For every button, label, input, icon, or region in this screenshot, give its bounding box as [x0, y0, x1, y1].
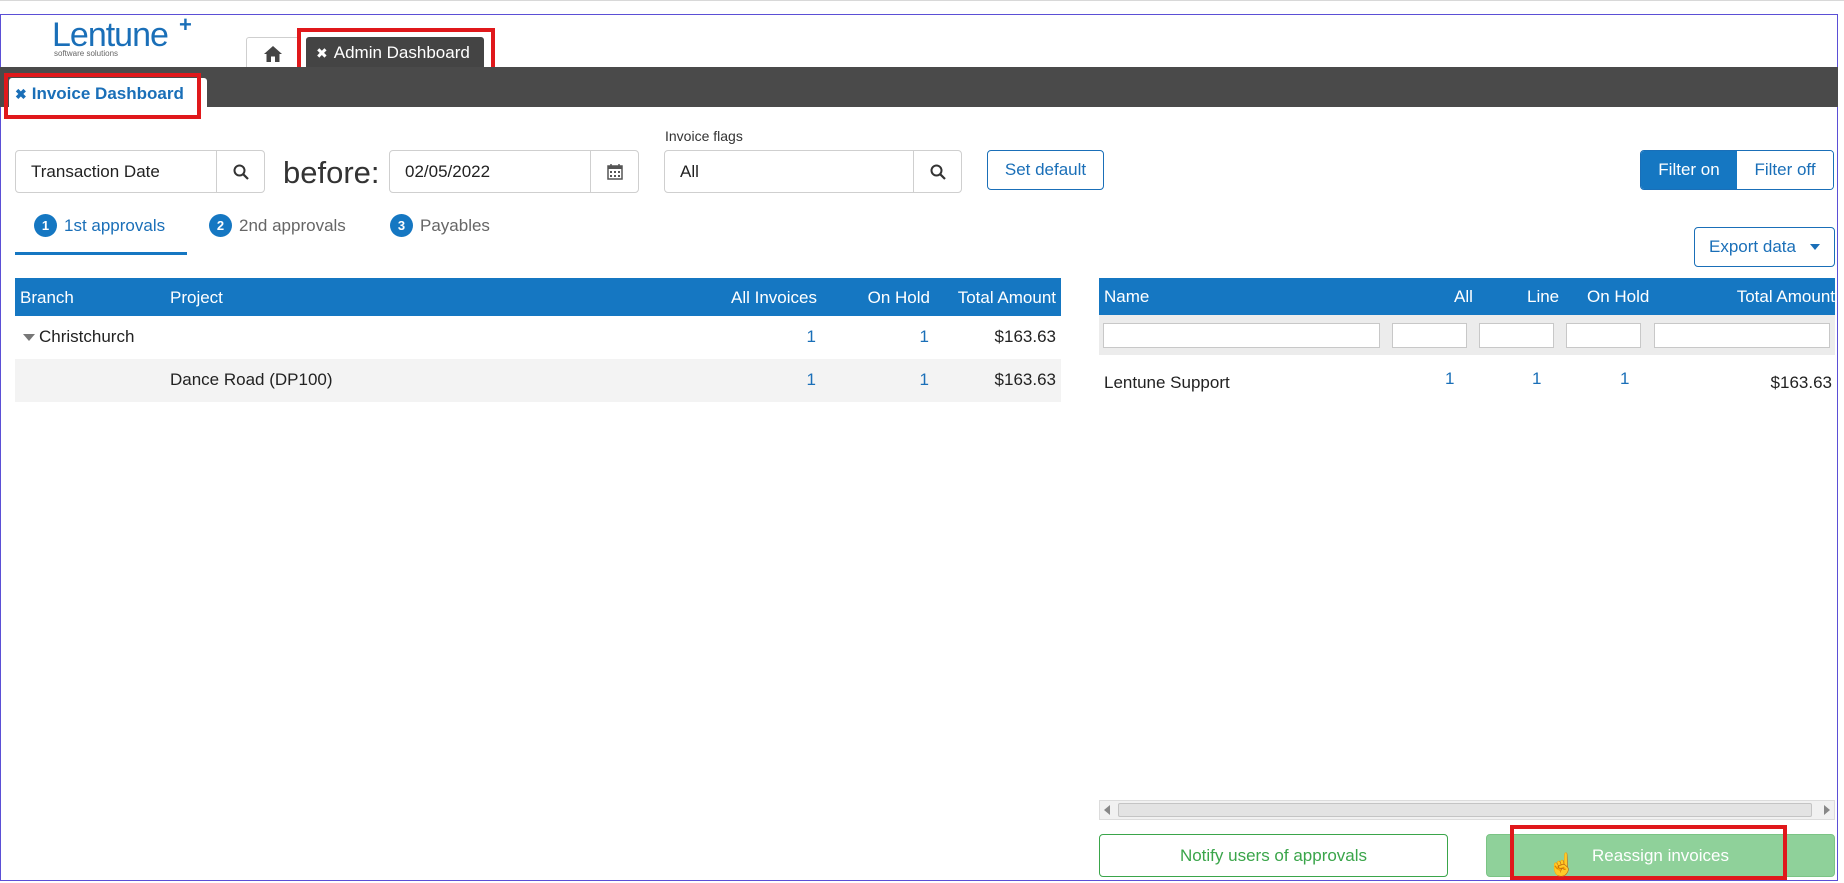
date-input-value: 02/05/2022 [405, 161, 491, 181]
notify-users-button[interactable]: Notify users of approvals [1099, 834, 1448, 877]
horizontal-scrollbar[interactable] [1099, 800, 1835, 820]
header-branch[interactable]: Branch [20, 288, 74, 308]
calendar-icon [606, 164, 623, 180]
scrollbar-thumb[interactable] [1118, 803, 1812, 817]
calendar-button[interactable] [590, 151, 638, 192]
table-header: Name All Line On Hold Total Amount [1099, 278, 1835, 315]
line-filter-input[interactable] [1479, 323, 1554, 348]
date-input[interactable]: 02/05/2022 [389, 150, 639, 193]
column-filter-row [1099, 315, 1835, 355]
branch-name: Christchurch [39, 327, 135, 346]
header-name[interactable]: Name [1104, 287, 1149, 307]
total-amount-cell: $163.63 [1770, 373, 1832, 392]
search-icon [233, 164, 249, 180]
highlight-box-invoice-tab [4, 73, 201, 119]
step-number: 3 [390, 214, 413, 237]
table-row[interactable]: Christchurch 1 1 $163.63 [15, 316, 1061, 359]
set-default-button[interactable]: Set default [987, 150, 1104, 190]
scroll-left-icon[interactable] [1104, 805, 1110, 815]
filter-off-button[interactable]: Filter off [1737, 151, 1833, 189]
filter-on-button[interactable]: Filter on [1641, 151, 1737, 189]
header-on-hold[interactable]: On Hold [868, 288, 930, 308]
logo-plus: + [179, 12, 192, 37]
chevron-down-icon [1809, 244, 1820, 250]
logo-tagline: software solutions [54, 49, 119, 58]
on-hold-link[interactable]: 1 [1620, 369, 1629, 389]
on-hold-link[interactable]: 1 [920, 327, 929, 347]
step-number: 1 [34, 214, 57, 237]
branch-project-table: Branch Project All Invoices On Hold Tota… [15, 278, 1061, 402]
search-icon [930, 164, 946, 180]
home-tab[interactable] [246, 37, 300, 69]
lentune-logo: Lentune + software solutions [52, 12, 202, 60]
tab-2nd-approvals[interactable]: 2 2nd approvals [209, 214, 346, 237]
tab-payables[interactable]: 3 Payables [390, 214, 490, 237]
name-filter-input[interactable] [1103, 323, 1380, 348]
all-link[interactable]: 1 [1445, 369, 1454, 389]
header-all-invoices[interactable]: All Invoices [731, 288, 817, 308]
step-label: 2nd approvals [239, 215, 346, 235]
line-link[interactable]: 1 [1532, 369, 1541, 389]
total-filter-input[interactable] [1654, 323, 1830, 348]
before-label: before: [283, 155, 380, 190]
invoice-flags-label: Invoice flags [665, 128, 743, 144]
filter-toggle: Filter on Filter off [1640, 150, 1834, 190]
active-tab-underline [15, 252, 187, 255]
export-data-label: Export data [1709, 237, 1796, 256]
date-type-search-button[interactable] [216, 151, 264, 192]
user-name-cell: Lentune Support [1104, 373, 1230, 392]
tab-bar [0, 67, 1838, 107]
on-hold-link[interactable]: 1 [920, 370, 929, 390]
export-data-button[interactable]: Export data [1694, 227, 1835, 267]
table-row[interactable]: Lentune Support 1 1 1 $163.63 [1099, 355, 1835, 399]
scroll-right-icon[interactable] [1824, 805, 1830, 815]
header-total-amount[interactable]: Total Amount [1737, 287, 1835, 307]
step-label: 1st approvals [64, 215, 166, 235]
all-invoices-link[interactable]: 1 [807, 327, 816, 347]
header-all[interactable]: All [1454, 287, 1473, 307]
app-frame [0, 14, 1838, 881]
total-amount-cell: $163.63 [994, 370, 1056, 389]
header-on-hold[interactable]: On Hold [1587, 287, 1649, 307]
tab-1st-approvals[interactable]: 1 1st approvals [34, 214, 165, 237]
step-number: 2 [209, 214, 232, 237]
project-cell: Dance Road (DP100) [170, 370, 333, 389]
branch-cell[interactable]: Christchurch [23, 327, 134, 347]
top-border [0, 0, 1844, 3]
header-total-amount[interactable]: Total Amount [958, 288, 1056, 308]
date-type-field[interactable]: Transaction Date [15, 150, 265, 193]
users-table: Name All Line On Hold Total Amount Lentu… [1099, 278, 1835, 399]
total-amount-cell: $163.63 [994, 327, 1056, 346]
collapse-icon[interactable] [23, 334, 35, 342]
hand-cursor-icon: ☝ [1548, 852, 1576, 877]
on-hold-filter-input[interactable] [1566, 323, 1641, 348]
table-row[interactable]: Dance Road (DP100) 1 1 $163.63 [15, 359, 1061, 402]
all-invoices-link[interactable]: 1 [807, 370, 816, 390]
header-project[interactable]: Project [170, 288, 223, 308]
invoice-flags-search-button[interactable] [913, 151, 961, 192]
all-filter-input[interactable] [1392, 323, 1467, 348]
date-type-value: Transaction Date [31, 161, 160, 181]
header-line[interactable]: Line [1527, 287, 1559, 307]
step-label: Payables [420, 215, 490, 235]
home-icon [264, 45, 282, 62]
invoice-flags-value: All [680, 161, 699, 181]
table-header: Branch Project All Invoices On Hold Tota… [15, 278, 1061, 316]
invoice-flags-field[interactable]: All [664, 150, 962, 193]
